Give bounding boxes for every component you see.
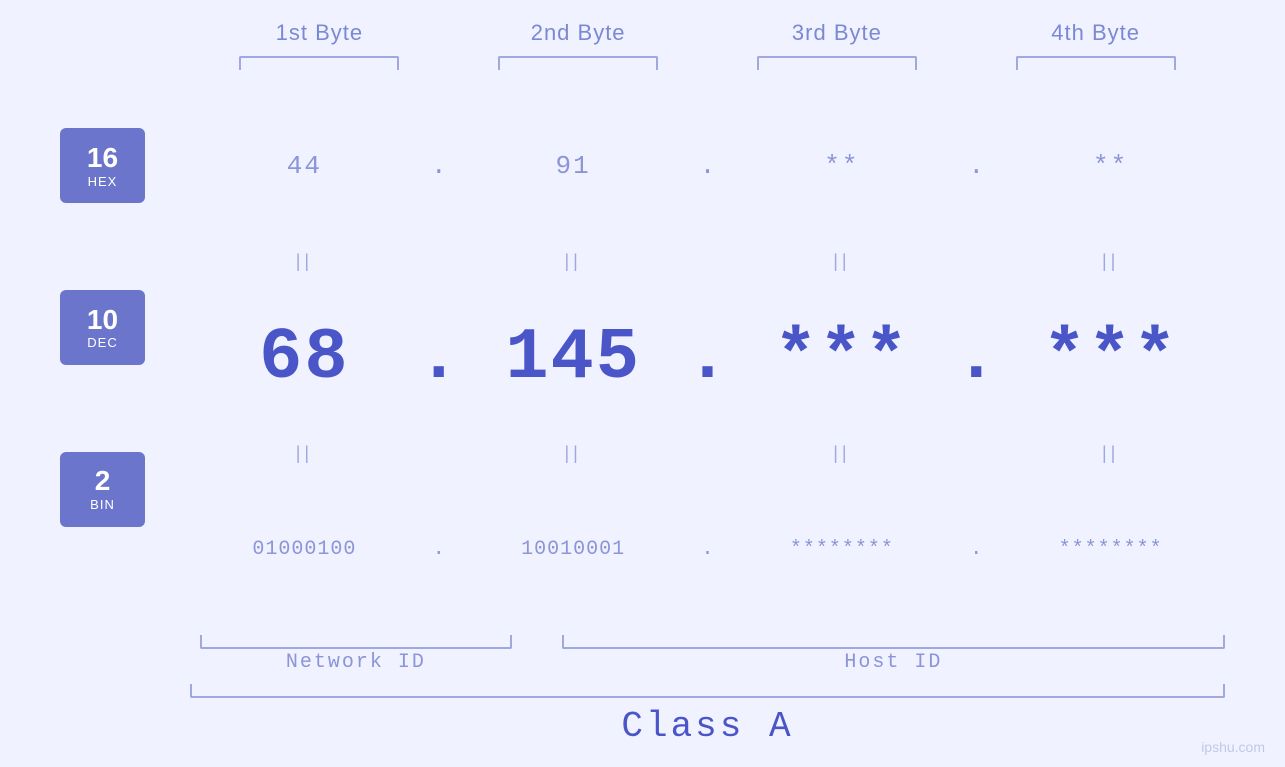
bin-b1: 01000100 xyxy=(190,538,419,561)
bracket-top-3 xyxy=(757,56,917,70)
bin-b4: ******** xyxy=(996,538,1225,561)
byte-label-2: 2nd Byte xyxy=(449,20,708,46)
bin-b2: 10010001 xyxy=(459,538,688,561)
id-labels-row: Network ID Host ID xyxy=(190,651,1225,674)
hex-b3: ** xyxy=(728,151,957,181)
watermark: ipshu.com xyxy=(1201,739,1265,755)
bracket-top-2 xyxy=(498,56,658,70)
network-id-label: Network ID xyxy=(190,651,522,674)
bracket-cell-2 xyxy=(449,56,708,70)
bin-sep-2: . xyxy=(688,538,728,561)
eq2-cell-2: || xyxy=(459,443,688,464)
dec-b2: 145 xyxy=(459,317,688,399)
content-area: 16 HEX 10 DEC 2 BIN 44 . xyxy=(60,85,1225,630)
eq2-cell-1: || xyxy=(190,443,419,464)
dec-b4: *** xyxy=(996,317,1225,399)
bracket-cell-3 xyxy=(708,56,967,70)
data-grid: 44 . 91 . ** . ** xyxy=(190,85,1225,630)
host-id-label: Host ID xyxy=(562,651,1225,674)
hex-sep-2: . xyxy=(688,151,728,181)
eq-row-1: || || || || xyxy=(190,247,1225,277)
bin-row: 01000100 . 10010001 . ******** . xyxy=(190,468,1225,630)
bracket-top-4 xyxy=(1016,56,1176,70)
hex-sep-1: . xyxy=(419,151,459,181)
hex-b4: ** xyxy=(996,151,1225,181)
hex-row: 44 . 91 . ** . ** xyxy=(190,85,1225,247)
dec-b3: *** xyxy=(728,317,957,399)
class-label: Class A xyxy=(190,706,1225,747)
main-container: 1st Byte 2nd Byte 3rd Byte 4th Byte 16 H… xyxy=(0,0,1285,767)
eq-cell-1: || xyxy=(190,251,419,272)
bin-b3: ******** xyxy=(728,538,957,561)
bottom-section: Network ID Host ID Class A xyxy=(60,635,1225,747)
dec-badge: 10 DEC xyxy=(60,290,145,365)
dec-row: 68 . 145 . *** . *** xyxy=(190,277,1225,439)
hex-badge: 16 HEX xyxy=(60,128,145,203)
top-bracket-row xyxy=(60,56,1225,70)
dec-sep-1: . xyxy=(419,317,459,399)
class-bracket xyxy=(190,684,1225,698)
bracket-cell-4 xyxy=(966,56,1225,70)
bin-sep-3: . xyxy=(956,538,996,561)
eq2-cell-4: || xyxy=(996,443,1225,464)
eq2-cell-3: || xyxy=(728,443,957,464)
host-bracket xyxy=(562,635,1225,649)
hex-b1: 44 xyxy=(190,151,419,181)
hex-sep-3: . xyxy=(956,151,996,181)
bin-sep-1: . xyxy=(419,538,459,561)
bracket-cell-1 xyxy=(190,56,449,70)
dec-sep-3: . xyxy=(956,317,996,399)
network-bracket xyxy=(200,635,512,649)
byte-label-3: 3rd Byte xyxy=(708,20,967,46)
bracket-top-1 xyxy=(239,56,399,70)
network-bracket-container xyxy=(190,635,522,649)
dec-sep-2: . xyxy=(688,317,728,399)
host-bracket-container xyxy=(562,635,1225,649)
dec-b1: 68 xyxy=(190,317,419,399)
byte-label-4: 4th Byte xyxy=(966,20,1225,46)
id-bracket-row xyxy=(190,635,1225,649)
eq-cell-4: || xyxy=(996,251,1225,272)
hex-b2: 91 xyxy=(459,151,688,181)
eq-cell-2: || xyxy=(459,251,688,272)
bin-badge: 2 BIN xyxy=(60,452,145,527)
byte-label-1: 1st Byte xyxy=(190,20,449,46)
base-labels: 16 HEX 10 DEC 2 BIN xyxy=(60,85,190,630)
byte-labels-row: 1st Byte 2nd Byte 3rd Byte 4th Byte xyxy=(60,20,1225,46)
eq-cell-3: || xyxy=(728,251,957,272)
eq-row-2: || || || || xyxy=(190,438,1225,468)
